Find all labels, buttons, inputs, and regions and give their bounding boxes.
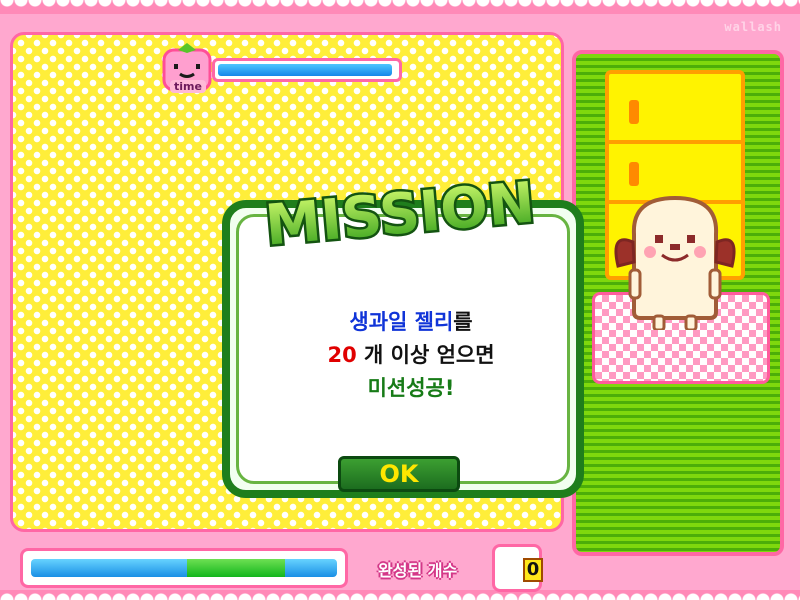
completed-count-value: 0	[523, 558, 543, 582]
bottom-scallop-border	[0, 590, 800, 600]
timer-label: time	[170, 80, 206, 93]
fridge-handle-upper	[629, 100, 639, 124]
mission-item-name: 생과일 젤리	[349, 310, 454, 334]
mission-target-number: 20	[327, 343, 357, 367]
timer-bar: time	[158, 42, 408, 94]
watermark-text: wallash	[724, 20, 782, 34]
timer-track	[212, 58, 402, 82]
progress-green-segment	[187, 559, 285, 577]
completed-count-label: 완성된 개수	[378, 561, 458, 580]
fridge-handle-lower	[629, 162, 639, 186]
toast-character	[614, 195, 736, 330]
ok-button[interactable]: OK	[338, 456, 460, 492]
fridge-upper-door	[609, 74, 741, 144]
progress-track	[31, 559, 337, 577]
mission-line-2: 20 개 이상 얻으면	[230, 339, 592, 372]
mission-title-text: MISSION	[263, 175, 538, 253]
timer-fill	[218, 64, 392, 76]
mission-line-1: 생과일 젤리를	[230, 306, 592, 339]
mission-title: MISSION	[260, 175, 540, 253]
progress-bar	[20, 548, 348, 588]
mission-text: 생과일 젤리를 20 개 이상 얻으면 미션성공!	[230, 306, 592, 405]
mission-line-2-text: 개 이상 얻으면	[356, 343, 495, 367]
top-scallop-border	[0, 0, 800, 14]
mission-line-1-particle: 를	[453, 310, 473, 334]
mission-success-text: 미션성공!	[367, 376, 455, 400]
